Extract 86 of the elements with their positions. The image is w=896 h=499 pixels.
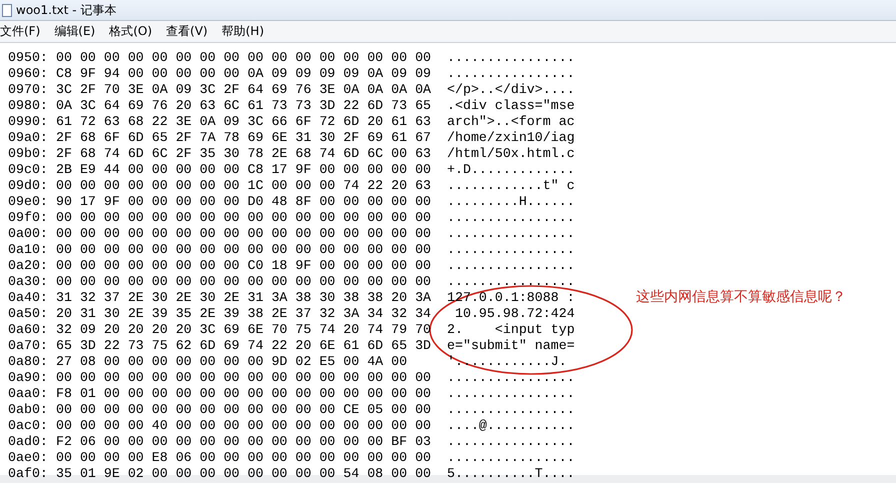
offset-text: 0950:: [8, 50, 49, 66]
menu-item[interactable]: 帮助(H): [222, 23, 264, 40]
window-title: woo1.txt - 记事本: [16, 2, 116, 18]
offset-text: 0ab0:: [8, 402, 49, 418]
ascii-text: .<div class="mse: [447, 98, 575, 114]
offset-text: 0a80:: [8, 354, 49, 370]
hex-bytes: 90 17 9F 00 00 00 00 00 D0 48 8F 00 00 00 00 00: [56, 194, 432, 210]
hex-bytes: 00 00 00 00 00 00 00 00 00 00 00 00 00 00 00 00: [56, 274, 432, 290]
ascii-text: ................: [447, 274, 575, 290]
offset-text: 0aa0:: [8, 386, 49, 402]
hex-bytes: 20 31 30 2E 39 35 2E 39 38 2E 37 32 3A 34 32 34: [56, 306, 432, 322]
hex-bytes: 00 00 00 00 00 00 00 00 00 00 00 00 00 00 00 00: [56, 226, 432, 242]
ascii-text: arch">..<form ac: [447, 114, 575, 130]
offset-text: 0990:: [8, 114, 49, 130]
ascii-text: ................: [447, 450, 575, 466]
hex-bytes: 35 01 9E 02 00 00 00 00 00 00 00 00 54 08 00 00: [56, 466, 432, 482]
hex-bytes: 31 32 37 2E 30 2E 30 2E 31 3A 38 30 38 38 20 3A: [56, 290, 432, 306]
hex-bytes: 0A 3C 64 69 76 20 63 6C 61 73 73 3D 22 6D 73 65: [56, 98, 432, 114]
ascii-text: ................: [447, 370, 575, 386]
ascii-text: ................: [447, 226, 575, 242]
ascii-text: .........H......: [447, 194, 575, 210]
ascii-text: 2. <input typ: [447, 322, 575, 338]
hex-bytes: 00 00 00 00 40 00 00 00 00 00 00 00 00 00 00 00: [56, 418, 432, 434]
menu-item[interactable]: 文件(F): [0, 23, 40, 40]
offset-text: 0a30:: [8, 274, 49, 290]
ascii-text: ................: [447, 50, 575, 66]
offset-text: 09d0:: [8, 178, 49, 194]
offset-text: 09c0:: [8, 162, 49, 178]
offset-text: 0ae0:: [8, 450, 49, 466]
ascii-text: ....@...........: [447, 418, 575, 434]
offset-text: 0af0:: [8, 466, 49, 482]
ascii-text: ................: [447, 258, 575, 274]
ascii-text: 5..........T....: [447, 466, 575, 482]
hex-bytes: 65 3D 22 73 75 62 6D 69 74 22 20 6E 61 6D 65 3D: [56, 338, 432, 354]
menu-item[interactable]: 编辑(E): [54, 23, 96, 40]
hex-bytes: 27 08 00 00 00 00 00 00 00 9D 02 E5 00 4A 00: [56, 354, 408, 370]
offset-text: 0a70:: [8, 338, 49, 354]
hex-bytes: C8 9F 94 00 00 00 00 00 0A 09 09 09 09 0A 09 09: [56, 66, 432, 82]
hex-bytes: 00 00 00 00 00 00 00 00 00 00 00 00 CE 05 00 00: [56, 402, 432, 418]
hex-bytes: 00 00 00 00 00 00 00 00 00 00 00 00 00 00 00 00: [56, 242, 432, 258]
hex-bytes: F8 01 00 00 00 00 00 00 00 00 00 00 00 00 00 00: [56, 386, 432, 402]
notepad-icon: [2, 4, 12, 16]
offset-text: 09e0:: [8, 194, 49, 210]
ascii-text: ................: [447, 66, 575, 82]
ascii-text: e="submit" name=: [447, 338, 575, 354]
ascii-text: /home/zxin10/iag: [447, 130, 575, 146]
ascii-text: ................: [447, 386, 575, 402]
offset-text: 0a50:: [8, 306, 49, 322]
offset-text: 0a00:: [8, 226, 49, 242]
offset-text: 0980:: [8, 98, 49, 114]
offset-text: 09f0:: [8, 210, 49, 226]
ascii-text: ................: [447, 242, 575, 258]
offset-text: 09a0:: [8, 130, 49, 146]
hex-bytes: 00 00 00 00 00 00 00 00 00 00 00 00 00 00 00 00: [56, 370, 432, 386]
offset-text: 0a10:: [8, 242, 49, 258]
ascii-text: +.D.............: [447, 162, 575, 178]
offset-text: 0ac0:: [8, 418, 49, 434]
hex-bytes: 2B E9 44 00 00 00 00 00 C8 17 9F 00 00 00 00 00: [56, 162, 432, 178]
hex-bytes: 00 00 00 00 00 00 00 00 00 00 00 00 00 00 00 00: [56, 210, 432, 226]
annotation-text: 这些内网信息算不算敏感信息呢？: [636, 288, 846, 306]
ascii-text: /html/50x.html.c: [447, 146, 575, 162]
hex-bytes: 61 72 63 68 22 3E 0A 09 3C 66 6F 72 6D 20 61 63: [56, 114, 432, 130]
hex-bytes: 00 00 00 00 00 00 00 00 1C 00 00 00 74 22 20 63: [56, 178, 432, 194]
hex-bytes: 3C 2F 70 3E 0A 09 3C 2F 64 69 76 3E 0A 0A 0A 0A: [56, 82, 432, 98]
offset-text: 0a40:: [8, 290, 49, 306]
menu-item[interactable]: 查看(V): [166, 23, 208, 40]
hex-bytes: 2F 68 74 6D 6C 2F 35 30 78 2E 68 74 6D 6C 00 63: [56, 146, 432, 162]
offset-text: 0a90:: [8, 370, 49, 386]
ascii-text: ................: [447, 210, 575, 226]
ascii-text: </p>..</div>....: [447, 82, 575, 98]
hex-bytes: 00 00 00 00 00 00 00 00 00 00 00 00 00 00 00 00: [56, 50, 432, 66]
hex-bytes: 00 00 00 00 E8 06 00 00 00 00 00 00 00 00 00 00: [56, 450, 432, 466]
offset-text: 0a60:: [8, 322, 49, 338]
offset-text: 09b0:: [8, 146, 49, 162]
hex-bytes: 00 00 00 00 00 00 00 00 C0 18 9F 00 00 00 00 00: [56, 258, 432, 274]
offset-text: 0a20:: [8, 258, 49, 274]
ascii-text: 10.95.98.72:424: [454, 306, 575, 322]
ascii-text: ................: [447, 402, 575, 418]
offset-text: 0960:: [8, 66, 49, 82]
offset-text: 0ad0:: [8, 434, 49, 450]
hex-bytes: F2 06 00 00 00 00 00 00 00 00 00 00 00 00 BF 03: [56, 434, 432, 450]
menu-item[interactable]: 格式(O): [109, 23, 152, 40]
offset-text: 0970:: [8, 82, 49, 98]
ascii-text: ............t" c: [447, 178, 575, 194]
ascii-text: ................: [447, 434, 575, 450]
hex-bytes: 2F 68 6F 6D 65 2F 7A 78 69 6E 31 30 2F 69 61 67: [56, 130, 432, 146]
